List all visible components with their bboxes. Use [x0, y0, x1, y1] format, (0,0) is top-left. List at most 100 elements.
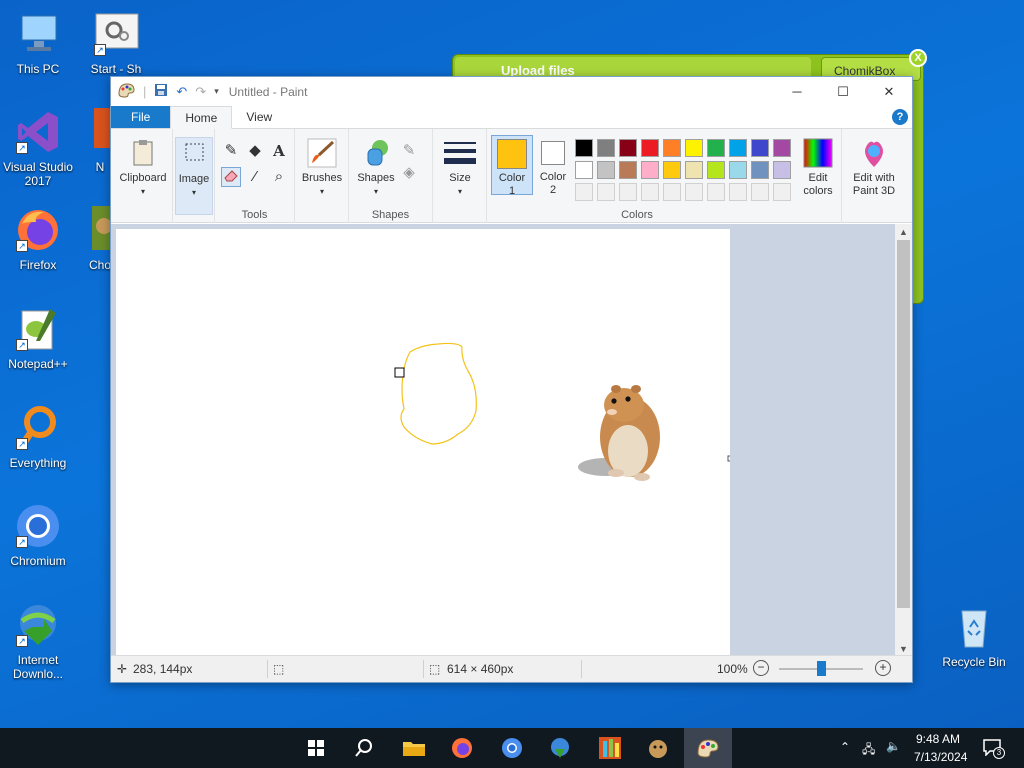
palette-custom-swatch[interactable]	[773, 183, 791, 201]
palette-custom-swatch[interactable]	[597, 183, 615, 201]
canvas-workarea[interactable]	[111, 224, 897, 657]
desktop-icon-firefox[interactable]: ↗ Firefox	[0, 206, 76, 272]
color1-button[interactable]: Color 1	[491, 135, 533, 197]
firefox-icon: ↗	[14, 206, 62, 254]
desktop-icon-n[interactable]: N	[78, 108, 112, 174]
desktop-icon-chomikbox[interactable]: Cho	[78, 206, 112, 272]
save-icon[interactable]	[154, 83, 168, 100]
canvas-resize-handle[interactable]	[727, 455, 734, 462]
palette-color-swatch[interactable]	[729, 161, 747, 179]
tab-file[interactable]: File	[111, 106, 171, 128]
image-button[interactable]: Image ▾	[175, 137, 213, 215]
pencil-icon[interactable]: ✎	[221, 141, 241, 161]
desktop-icon-chromium[interactable]: ↗ Chromium	[0, 502, 76, 568]
desktop-icon-visual-studio[interactable]: ↗ Visual Studio 2017	[0, 108, 76, 188]
taskbar-chromium[interactable]	[488, 728, 536, 768]
palette-color-swatch[interactable]	[707, 139, 725, 157]
maximize-button[interactable]: ☐	[820, 77, 866, 106]
taskbar-firefox[interactable]	[438, 728, 486, 768]
eraser-icon[interactable]	[221, 167, 241, 187]
brushes-button[interactable]: Brushes ▾	[298, 137, 346, 198]
drawing-canvas[interactable]	[116, 229, 734, 657]
palette-custom-swatch[interactable]	[663, 183, 681, 201]
palette-custom-swatch[interactable]	[707, 183, 725, 201]
palette-custom-swatch[interactable]	[729, 183, 747, 201]
close-button[interactable]: ✕	[866, 77, 912, 106]
color-picker-icon[interactable]: ⁄	[245, 167, 265, 187]
palette-custom-swatch[interactable]	[685, 183, 703, 201]
palette-color-swatch[interactable]	[773, 161, 791, 179]
volume-icon[interactable]: 🔈	[886, 739, 901, 753]
desktop-icon-start-shortcut[interactable]: ↗ Start - Sh	[78, 10, 154, 76]
size-button[interactable]: Size ▾	[438, 137, 482, 198]
fill-bucket-icon[interactable]: ◆	[245, 141, 265, 161]
paint-window[interactable]: | ↶ ↷ ▾ Untitled - Paint ─ ☐ ✕ File Home…	[110, 76, 913, 683]
palette-color-swatch[interactable]	[575, 139, 593, 157]
palette-color-swatch[interactable]	[751, 161, 769, 179]
palette-color-swatch[interactable]	[663, 161, 681, 179]
palette-custom-swatch[interactable]	[575, 183, 593, 201]
desktop-icon-notepadpp[interactable]: ↗ Notepad++	[0, 305, 76, 371]
palette-custom-swatch[interactable]	[619, 183, 637, 201]
zoom-out-button[interactable]: −	[753, 660, 769, 676]
palette-color-swatch[interactable]	[685, 139, 703, 157]
network-icon[interactable]: 🖧	[862, 740, 875, 761]
desktop-icon-internet-download-manager[interactable]: ↗ Internet Downlo...	[0, 601, 76, 681]
redo-icon[interactable]: ↷	[195, 84, 206, 100]
title-bar[interactable]: | ↶ ↷ ▾ Untitled - Paint ─ ☐ ✕	[111, 77, 912, 106]
palette-color-swatch[interactable]	[663, 139, 681, 157]
clock-date[interactable]: 7/13/2024	[914, 750, 967, 764]
taskbar-internet-download-manager[interactable]	[536, 728, 584, 768]
shortcut-arrow-icon: ↗	[16, 635, 28, 647]
palette-color-swatch[interactable]	[707, 161, 725, 179]
zoom-slider-thumb[interactable]	[817, 661, 826, 676]
shapes-button[interactable]: Shapes ▾	[353, 137, 399, 198]
palette-color-swatch[interactable]	[619, 139, 637, 157]
edit-with-paint3d-button[interactable]: Edit with Paint 3D	[847, 137, 901, 198]
palette-custom-swatch[interactable]	[641, 183, 659, 201]
clock-time[interactable]: 9:48 AM	[916, 732, 960, 746]
desktop-icon-recycle-bin[interactable]: Recycle Bin	[936, 603, 1012, 669]
fill-icon[interactable]: ◈	[399, 163, 419, 183]
chomikbox-close-button[interactable]: X	[909, 49, 927, 67]
taskbar-app[interactable]	[586, 728, 634, 768]
magnifier-icon[interactable]: ⌕	[269, 167, 289, 187]
palette-color-swatch[interactable]	[685, 161, 703, 179]
palette-color-swatch[interactable]	[641, 139, 659, 157]
desktop-icon-everything[interactable]: ↗ Everything	[0, 404, 76, 470]
scrollbar-thumb[interactable]	[897, 240, 910, 608]
edit-colors-button[interactable]: Edit colors	[797, 137, 839, 198]
scroll-up-arrow-icon[interactable]: ▲	[895, 224, 912, 240]
palette-color-swatch[interactable]	[597, 139, 615, 157]
undo-icon[interactable]: ↶	[176, 84, 187, 100]
vertical-scrollbar[interactable]: ▲ ▼	[895, 224, 912, 657]
chevron-down-icon: ▾	[191, 188, 196, 197]
tab-home[interactable]: Home	[170, 106, 233, 129]
customize-toolbar-icon[interactable]: ▾	[214, 86, 219, 97]
palette-color-swatch[interactable]	[751, 139, 769, 157]
palette-color-swatch[interactable]	[619, 161, 637, 179]
color2-button[interactable]: Color 2	[535, 135, 571, 197]
chromium-icon: ↗	[14, 502, 62, 550]
palette-color-swatch[interactable]	[773, 139, 791, 157]
clipboard-button[interactable]: Clipboard ▾	[115, 137, 171, 198]
palette-color-swatch[interactable]	[575, 161, 593, 179]
palette-color-swatch[interactable]	[641, 161, 659, 179]
text-icon[interactable]: A	[269, 141, 289, 161]
help-button[interactable]: ?	[892, 109, 908, 125]
zoom-in-button[interactable]: +	[875, 660, 891, 676]
palette-custom-swatch[interactable]	[751, 183, 769, 201]
notification-center-button[interactable]: 3	[982, 738, 1005, 759]
show-hidden-icons-button[interactable]: ⌃	[840, 740, 850, 754]
tab-view[interactable]: View	[232, 106, 286, 128]
start-button[interactable]	[292, 728, 340, 768]
outline-icon[interactable]: ✎	[399, 141, 419, 161]
palette-color-swatch[interactable]	[597, 161, 615, 179]
palette-color-swatch[interactable]	[729, 139, 747, 157]
desktop-icon-this-pc[interactable]: This PC	[0, 10, 76, 76]
taskbar-paint[interactable]	[684, 728, 732, 768]
taskbar-file-explorer[interactable]	[390, 728, 438, 768]
taskbar-chomikbox[interactable]	[634, 728, 682, 768]
search-button[interactable]	[340, 728, 388, 768]
minimize-button[interactable]: ─	[774, 77, 820, 106]
